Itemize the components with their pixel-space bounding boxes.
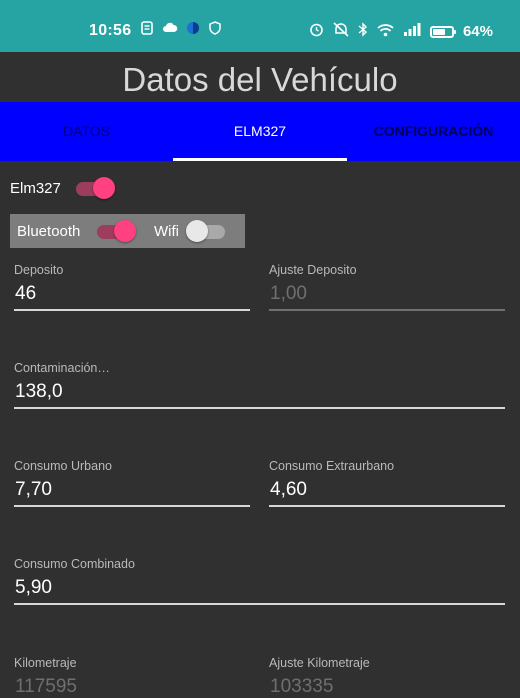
bluetooth-option: Bluetooth xyxy=(17,214,137,248)
consumo-urbano-label: Consumo Urbano xyxy=(14,459,112,473)
deposito-input[interactable]: 46 xyxy=(15,283,36,305)
input-underline xyxy=(14,603,505,605)
system-icons: 64% xyxy=(309,22,493,41)
consumo-combinado-input[interactable]: 5,90 xyxy=(15,577,52,599)
ajuste-deposito-input: 1,00 xyxy=(270,283,307,304)
switch-thumb xyxy=(186,220,208,242)
elm327-label: Elm327 xyxy=(10,179,61,197)
deposito-label: Deposito xyxy=(14,263,64,277)
bluetooth-label: Bluetooth xyxy=(17,222,81,240)
tab-configuracion[interactable]: CONFIGURACIÓN xyxy=(347,102,520,161)
bluetooth-icon xyxy=(358,22,368,41)
notification-icons xyxy=(140,21,222,35)
status-time: 10:56 xyxy=(89,22,132,39)
consumo-extraurbano-input[interactable]: 4,60 xyxy=(270,479,307,501)
battery-percent: 64% xyxy=(462,23,493,40)
input-underline xyxy=(269,309,505,311)
wifi-label: Wifi xyxy=(154,222,179,240)
kilometraje-label: Kilometraje xyxy=(14,656,77,670)
switch-thumb xyxy=(114,220,137,242)
wifi-icon xyxy=(377,23,394,41)
ajuste-deposito-label: Ajuste Deposito xyxy=(269,263,357,277)
shield-icon xyxy=(208,21,222,35)
cloud-icon xyxy=(162,21,178,35)
connection-panel: Bluetooth Wifi xyxy=(10,214,245,248)
consumo-combinado-label: Consumo Combinado xyxy=(14,557,135,571)
tab-datos[interactable]: DATOS xyxy=(0,102,173,161)
status-bar: 10:56 64% xyxy=(0,0,520,52)
alarm-icon xyxy=(309,22,324,41)
input-underline xyxy=(14,407,505,409)
input-underline xyxy=(269,505,505,507)
consumo-urbano-input[interactable]: 7,70 xyxy=(15,479,52,501)
consumo-extraurbano-label: Consumo Extraurbano xyxy=(269,459,395,473)
page-title: Datos del Vehículo xyxy=(122,61,398,98)
kilometraje-input: 117595 xyxy=(15,676,77,697)
switch-thumb xyxy=(92,177,115,199)
ajuste-kilometraje-label: Ajuste Kilometraje xyxy=(269,656,370,670)
tab-elm327[interactable]: ELM327 xyxy=(173,102,347,161)
input-underline xyxy=(14,309,250,311)
bluetooth-switch[interactable] xyxy=(94,220,137,242)
tab-indicator xyxy=(173,158,347,161)
tab-bar: DATOS ELM327 CONFIGURACIÓN xyxy=(0,102,520,161)
contaminacion-label: Contaminación… xyxy=(14,361,110,375)
app-title-bar: Datos del Vehículo xyxy=(0,52,520,102)
app-circle-icon xyxy=(186,21,200,35)
ajuste-kilometraje-input: 103335 xyxy=(270,676,334,697)
battery-icon xyxy=(429,25,456,38)
wifi-switch[interactable] xyxy=(186,220,228,242)
elm327-switch[interactable] xyxy=(73,177,115,199)
contaminacion-input[interactable]: 138,0 xyxy=(15,381,63,403)
input-underline xyxy=(14,505,250,507)
elm327-row: Elm327 xyxy=(10,177,115,199)
mute-icon xyxy=(333,22,349,41)
signal-icon xyxy=(403,22,421,41)
wifi-option: Wifi xyxy=(154,214,228,248)
sim-icon xyxy=(140,21,154,35)
